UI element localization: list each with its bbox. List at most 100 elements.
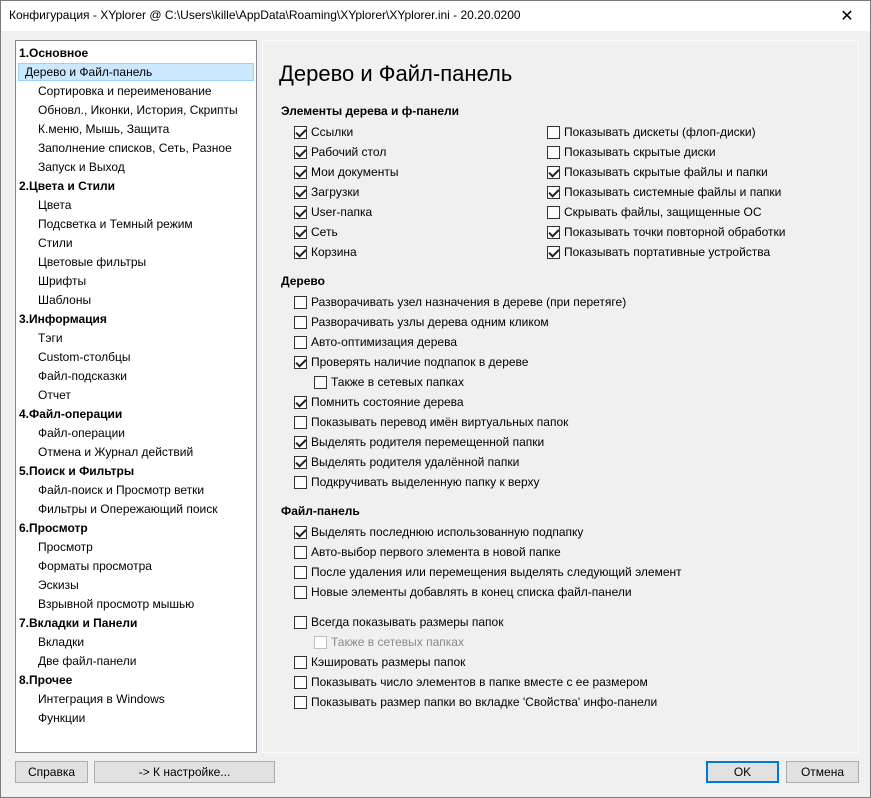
nav-item[interactable]: Цвета: [38, 196, 71, 214]
close-icon[interactable]: ✕: [824, 1, 870, 31]
checkbox-checked-icon[interactable]: [294, 525, 307, 539]
option-checkbox[interactable]: Показывать число элементов в папке вмест…: [294, 673, 648, 691]
option-checkbox[interactable]: Загрузки: [294, 183, 359, 201]
option-checkbox[interactable]: Сеть: [294, 223, 338, 241]
option-checkbox[interactable]: Показывать размер папки во вкладке 'Свой…: [294, 693, 657, 711]
cancel-button[interactable]: Отмена: [786, 761, 859, 783]
nav-item[interactable]: Эскизы: [38, 576, 79, 594]
option-checkbox[interactable]: Показывать точки повторной обработки: [547, 223, 785, 241]
option-checkbox[interactable]: Новые элементы добавлять в конец списка …: [294, 583, 632, 601]
nav-item[interactable]: Заполнение списков, Сеть, Разное: [38, 139, 232, 157]
option-checkbox[interactable]: Разворачивать узлы дерева одним кликом: [294, 313, 549, 331]
checkbox-unchecked-icon[interactable]: [294, 295, 307, 309]
checkbox-unchecked-icon[interactable]: [294, 415, 307, 429]
nav-item[interactable]: Файл-операции: [38, 424, 125, 442]
option-checkbox[interactable]: Выделять последнюю использованную подпап…: [294, 523, 583, 541]
nav-item[interactable]: Шрифты: [38, 272, 86, 290]
option-checkbox[interactable]: Мои документы: [294, 163, 398, 181]
checkbox-checked-icon[interactable]: [294, 205, 307, 219]
option-checkbox[interactable]: Подкручивать выделенную папку к верху: [294, 473, 539, 491]
option-checkbox[interactable]: Показывать системные файлы и папки: [547, 183, 781, 201]
option-checkbox[interactable]: Проверять наличие подпапок в дереве: [294, 353, 528, 371]
option-checkbox[interactable]: Показывать портативные устройства: [547, 243, 770, 261]
checkbox-checked-icon[interactable]: [294, 355, 307, 369]
option-checkbox[interactable]: Разворачивать узел назначения в дереве (…: [294, 293, 626, 311]
checkbox-checked-icon[interactable]: [294, 185, 307, 199]
nav-item[interactable]: Запуск и Выход: [38, 158, 125, 176]
option-checkbox[interactable]: Всегда показывать размеры папок: [294, 613, 503, 631]
option-checkbox[interactable]: После удаления или перемещения выделять …: [294, 563, 682, 581]
option-checkbox[interactable]: Корзина: [294, 243, 357, 261]
goto-setting-button[interactable]: -> К настройке...: [94, 761, 275, 783]
help-button[interactable]: Справка: [15, 761, 88, 783]
nav-item[interactable]: Custom-столбцы: [38, 348, 130, 366]
checkbox-unchecked-icon[interactable]: [294, 585, 307, 599]
nav-item[interactable]: Шаблоны: [38, 291, 91, 309]
checkbox-unchecked-icon[interactable]: [314, 635, 327, 649]
checkbox-checked-icon[interactable]: [547, 165, 560, 179]
nav-category[interactable]: 7.Вкладки и Панели: [19, 614, 137, 632]
checkbox-checked-icon[interactable]: [294, 145, 307, 159]
checkbox-unchecked-icon[interactable]: [294, 335, 307, 349]
checkbox-unchecked-icon[interactable]: [294, 695, 307, 709]
checkbox-checked-icon[interactable]: [294, 395, 307, 409]
nav-category[interactable]: 6.Просмотр: [19, 519, 88, 537]
checkbox-unchecked-icon[interactable]: [294, 655, 307, 669]
checkbox-checked-icon[interactable]: [294, 455, 307, 469]
checkbox-unchecked-icon[interactable]: [294, 565, 307, 579]
nav-item[interactable]: Стили: [38, 234, 73, 252]
checkbox-checked-icon[interactable]: [294, 435, 307, 449]
option-checkbox[interactable]: Показывать дискеты (флоп-диски): [547, 123, 756, 141]
nav-item[interactable]: Форматы просмотра: [38, 557, 152, 575]
option-checkbox[interactable]: Авто-выбор первого элемента в новой папк…: [294, 543, 561, 561]
checkbox-checked-icon[interactable]: [294, 125, 307, 139]
nav-item[interactable]: Тэги: [38, 329, 63, 347]
checkbox-checked-icon[interactable]: [294, 245, 307, 259]
option-checkbox[interactable]: User-папка: [294, 203, 372, 221]
nav-item[interactable]: К.меню, Мышь, Защита: [38, 120, 169, 138]
nav-item[interactable]: Цветовые фильтры: [38, 253, 146, 271]
nav-item[interactable]: Вкладки: [38, 633, 84, 651]
option-checkbox[interactable]: Показывать скрытые диски: [547, 143, 716, 161]
checkbox-unchecked-icon[interactable]: [294, 315, 307, 329]
option-checkbox[interactable]: Ссылки: [294, 123, 353, 141]
option-checkbox[interactable]: Рабочий стол: [294, 143, 386, 161]
option-checkbox[interactable]: Кэшировать размеры папок: [294, 653, 465, 671]
option-checkbox[interactable]: Помнить состояние дерева: [294, 393, 464, 411]
nav-item[interactable]: Подсветка и Темный режим: [38, 215, 193, 233]
option-checkbox[interactable]: Показывать перевод имён виртуальных папо…: [294, 413, 568, 431]
nav-item[interactable]: Две файл-панели: [38, 652, 136, 670]
option-checkbox[interactable]: Показывать скрытые файлы и папки: [547, 163, 768, 181]
checkbox-checked-icon[interactable]: [294, 165, 307, 179]
checkbox-checked-icon[interactable]: [547, 225, 560, 239]
nav-item[interactable]: Просмотр: [38, 538, 93, 556]
option-checkbox[interactable]: Скрывать файлы, защищенные ОС: [547, 203, 762, 221]
category-tree[interactable]: 1.Основное Дерево и Файл-панель Сортировка…: [15, 40, 257, 753]
checkbox-checked-icon[interactable]: [547, 245, 560, 259]
checkbox-unchecked-icon[interactable]: [314, 375, 327, 389]
checkbox-unchecked-icon[interactable]: [547, 145, 560, 159]
nav-item[interactable]: Файл-поиск и Просмотр ветки: [38, 481, 204, 499]
checkbox-unchecked-icon[interactable]: [294, 615, 307, 629]
nav-item[interactable]: Файл-подсказки: [38, 367, 127, 385]
nav-category[interactable]: 2.Цвета и Стили: [19, 177, 115, 195]
nav-category[interactable]: 1.Основное: [19, 44, 88, 62]
nav-category[interactable]: 8.Прочее: [19, 671, 72, 689]
nav-item[interactable]: Отчет: [38, 386, 71, 404]
checkbox-unchecked-icon[interactable]: [294, 675, 307, 689]
nav-category[interactable]: 5.Поиск и Фильтры: [19, 462, 134, 480]
checkbox-unchecked-icon[interactable]: [294, 545, 307, 559]
checkbox-checked-icon[interactable]: [294, 225, 307, 239]
nav-category[interactable]: 4.Файл-операции: [19, 405, 122, 423]
checkbox-unchecked-icon[interactable]: [294, 475, 307, 489]
nav-category[interactable]: 3.Информация: [19, 310, 107, 328]
ok-button[interactable]: OK: [706, 761, 779, 783]
option-checkbox[interactable]: Авто-оптимизация дерева: [294, 333, 457, 351]
option-checkbox[interactable]: Выделять родителя перемещенной папки: [294, 433, 544, 451]
nav-item[interactable]: Отмена и Журнал действий: [38, 443, 193, 461]
nav-item[interactable]: Обновл., Иконки, История, Скрипты: [38, 101, 238, 119]
nav-item[interactable]: Функции: [38, 709, 85, 727]
nav-item[interactable]: Взрывной просмотр мышью: [38, 595, 194, 613]
checkbox-checked-icon[interactable]: [547, 185, 560, 199]
nav-item[interactable]: Дерево и Файл-панель: [18, 63, 254, 81]
